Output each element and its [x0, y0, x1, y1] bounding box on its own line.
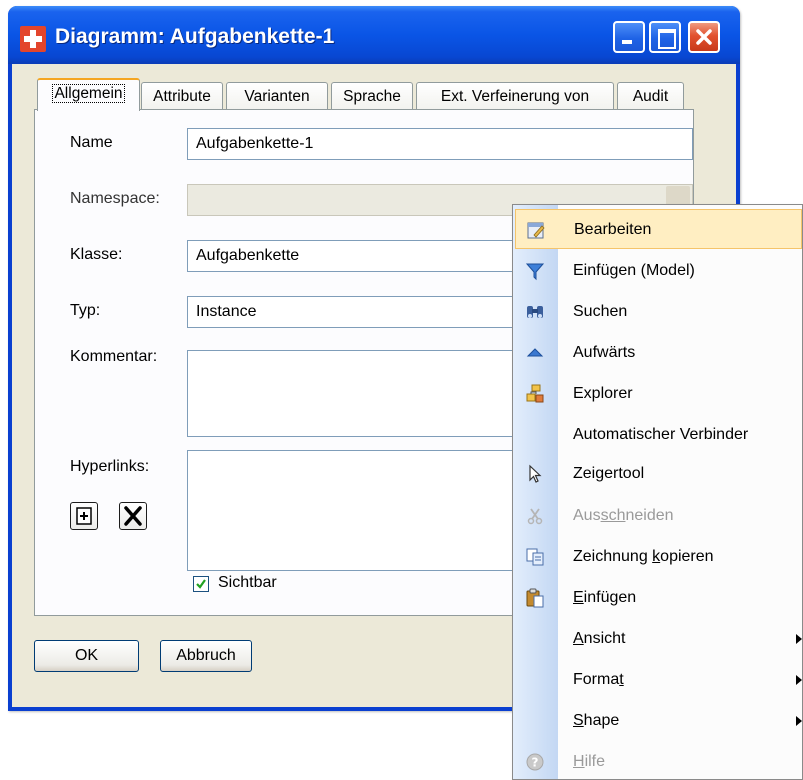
title-bar[interactable]: Diagramm: Aufgabenkette-1	[8, 6, 740, 64]
menu-item-label: Ausschneiden	[573, 507, 674, 524]
menu-item-einfuegen[interactable]: Einfügen	[513, 578, 802, 618]
ok-button[interactable]: OK	[34, 640, 139, 672]
up-arrow-icon	[526, 348, 544, 357]
submenu-arrow-icon	[796, 634, 802, 644]
app-cross-icon	[20, 26, 46, 52]
delete-x-icon	[124, 506, 142, 526]
menu-item-ausschneiden[interactable]: Ausschneiden	[513, 496, 802, 536]
pointer-icon	[529, 464, 542, 483]
edit-icon	[527, 222, 545, 239]
menu-item-label: Zeigertool	[573, 465, 645, 482]
add-hyperlink-button[interactable]	[70, 502, 98, 530]
menu-item-zeichnung-kopieren[interactable]: Zeichnung kopieren	[513, 537, 802, 577]
menu-item-aufwaerts[interactable]: Aufwärts	[513, 333, 802, 373]
context-menu: Bearbeiten Einfügen (Model) Suchen Aufwä…	[512, 204, 803, 780]
typ-label: Typ:	[70, 302, 101, 319]
window-title: Diagramm: Aufgabenkette-1	[55, 25, 335, 48]
binoculars-icon	[527, 306, 543, 318]
tab-label: Varianten	[244, 88, 310, 105]
hyperlinks-label: Hyperlinks:	[70, 458, 150, 475]
kommentar-label: Kommentar:	[70, 348, 158, 365]
menu-item-label: Automatischer Verbinder	[573, 426, 749, 443]
remove-hyperlink-button[interactable]	[119, 502, 147, 530]
tab-varianten[interactable]: Varianten	[226, 82, 328, 110]
menu-item-label: Aufwärts	[573, 344, 636, 361]
submenu-arrow-icon	[796, 716, 802, 726]
menu-item-zeigertool[interactable]: Zeigertool	[513, 454, 802, 494]
explorer-icon	[526, 384, 544, 403]
maximize-button[interactable]	[649, 21, 681, 53]
help-icon: ?	[526, 753, 544, 771]
tab-label: Sprache	[343, 88, 401, 105]
checkmark-icon	[196, 579, 206, 589]
menu-item-format[interactable]: Format	[513, 660, 802, 700]
close-icon	[696, 29, 712, 45]
name-label: Name	[70, 134, 113, 151]
minimize-icon	[622, 40, 632, 44]
menu-item-bearbeiten[interactable]: Bearbeiten	[515, 209, 802, 249]
menu-item-label: Einfügen (Model)	[573, 262, 695, 279]
menu-item-hilfe[interactable]: ? Hilfe	[513, 742, 802, 779]
menu-item-label: Hilfe	[573, 753, 606, 770]
name-input[interactable]: Aufgabenkette-1	[187, 128, 693, 160]
tab-label: Attribute	[153, 88, 211, 105]
tab-ext-verfeinerung[interactable]: Ext. Verfeinerung von	[416, 82, 614, 110]
tab-label: Audit	[632, 88, 669, 105]
menu-item-label: Shape	[573, 712, 620, 729]
menu-item-label: Format	[573, 671, 624, 688]
scissors-icon	[527, 508, 543, 525]
sichtbar-checkbox[interactable]	[193, 576, 209, 592]
tab-allgemein[interactable]: Allgemein	[37, 78, 140, 111]
menu-item-ansicht[interactable]: Ansicht	[513, 619, 802, 659]
tab-sprache[interactable]: Sprache	[331, 82, 413, 110]
menu-item-einfuegen-model[interactable]: Einfügen (Model)	[513, 251, 802, 291]
svg-text:?: ?	[532, 756, 539, 770]
menu-item-label: Explorer	[573, 385, 633, 402]
menu-item-label: Suchen	[573, 303, 628, 320]
menu-item-explorer[interactable]: Explorer	[513, 374, 802, 414]
sichtbar-label: Sichtbar	[218, 574, 277, 591]
tab-attribute[interactable]: Attribute	[141, 82, 223, 110]
menu-item-label: Einfügen	[573, 589, 637, 606]
menu-item-label: Ansicht	[573, 630, 626, 647]
submenu-arrow-icon	[796, 675, 802, 685]
tab-audit[interactable]: Audit	[617, 82, 684, 110]
menu-item-shape[interactable]: Shape	[513, 701, 802, 741]
tab-label: Allgemein	[52, 84, 125, 103]
klasse-label: Klasse:	[70, 246, 123, 263]
menu-item-label: Zeichnung kopieren	[573, 548, 714, 565]
paste-icon	[526, 588, 544, 608]
copy-icon	[526, 548, 544, 566]
namespace-label: Namespace:	[70, 190, 160, 207]
add-document-icon	[76, 507, 92, 525]
filter-icon	[525, 263, 545, 281]
maximize-icon	[658, 29, 676, 49]
menu-item-suchen[interactable]: Suchen	[513, 292, 802, 332]
close-button[interactable]	[688, 21, 720, 53]
minimize-button[interactable]	[613, 21, 645, 53]
menu-item-label: Bearbeiten	[574, 221, 652, 238]
abbruch-button[interactable]: Abbruch	[160, 640, 252, 672]
tab-label: Ext. Verfeinerung von	[440, 88, 590, 105]
menu-item-automatischer-verbinder[interactable]: Automatischer Verbinder	[513, 415, 802, 455]
